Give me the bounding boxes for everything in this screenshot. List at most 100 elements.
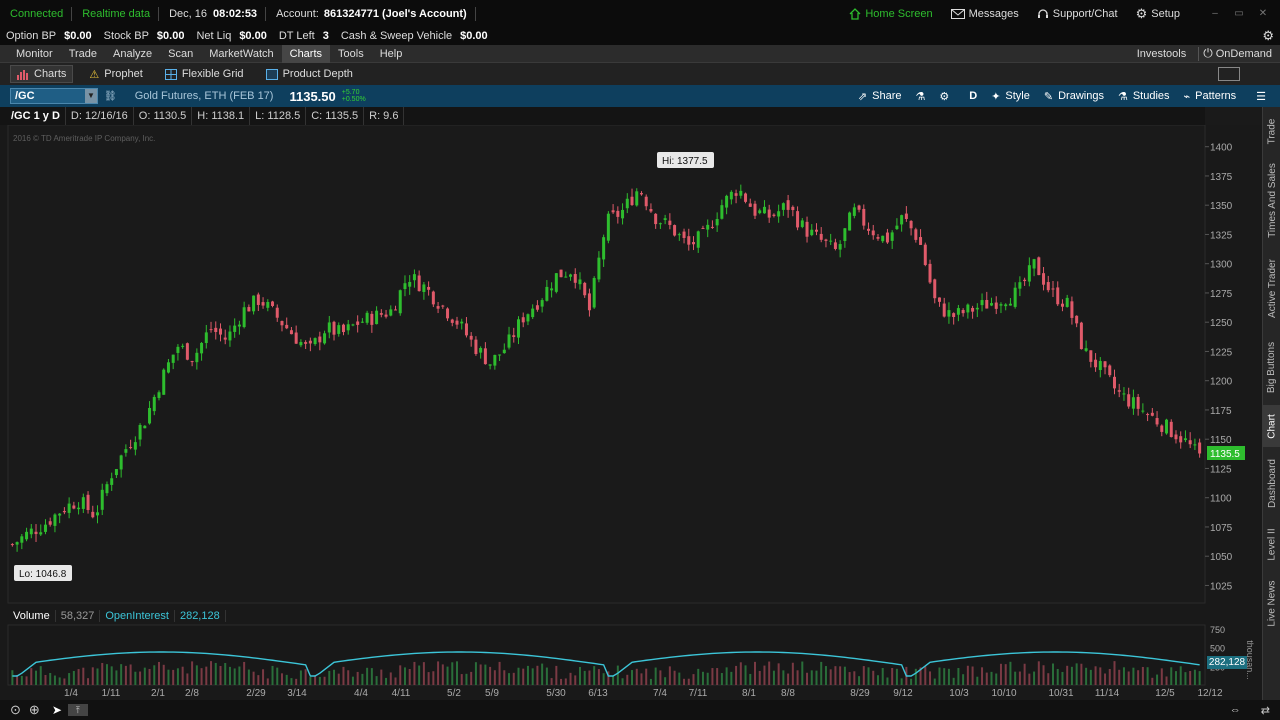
- menu-help[interactable]: Help: [372, 45, 411, 63]
- candle-body: [218, 328, 222, 335]
- setup-button[interactable]: ⚙ Setup: [1136, 6, 1180, 22]
- menu-charts[interactable]: Charts: [281, 44, 331, 63]
- candle-body: [928, 263, 932, 283]
- volume-label: Volume: [8, 610, 56, 622]
- scroll-button[interactable]: ⤒: [67, 704, 88, 716]
- candle-body: [1193, 444, 1197, 446]
- dt-left-label: DT Left: [278, 30, 315, 42]
- ohlc-high: H: 1138.1: [192, 107, 251, 125]
- candle-body: [507, 334, 511, 348]
- y-tick-label: 1400: [1210, 143, 1233, 154]
- candle-body: [1084, 348, 1088, 351]
- tab-live-news[interactable]: Live News: [1263, 575, 1280, 631]
- candle-body: [375, 310, 379, 325]
- candle-body: [214, 327, 218, 333]
- expand-arrows-icon[interactable]: ⇄: [1261, 704, 1270, 717]
- account-bar: Option BP $0.00 Stock BP $0.00 Net Liq $…: [0, 27, 1280, 45]
- candle-body: [521, 317, 525, 323]
- crosshair-icon[interactable]: ⊙: [10, 702, 21, 718]
- candle-body: [814, 229, 818, 232]
- chart-menu-button[interactable]: ☰: [1256, 90, 1266, 103]
- maximize-button[interactable]: ▭: [1230, 8, 1248, 20]
- y-tick-label: 1275: [1210, 289, 1233, 300]
- close-button[interactable]: ✕: [1254, 8, 1272, 20]
- candle-body: [441, 305, 445, 307]
- link-icon[interactable]: ⛓: [104, 91, 117, 102]
- messages-button[interactable]: Messages: [950, 8, 1019, 20]
- candle-body: [545, 286, 549, 301]
- menu-monitor[interactable]: Monitor: [8, 45, 61, 63]
- candle-body: [1117, 390, 1121, 392]
- tab-big-buttons[interactable]: Big Buttons: [1263, 333, 1280, 401]
- candle-body: [157, 392, 161, 398]
- tab-level-ii[interactable]: Level II: [1263, 521, 1280, 567]
- style-button[interactable]: ✦ Style: [991, 90, 1030, 103]
- menu-trade[interactable]: Trade: [61, 45, 105, 63]
- layout-toggle[interactable]: [1218, 67, 1240, 81]
- candle-body: [971, 307, 975, 312]
- support-chat-button[interactable]: Support/Chat: [1037, 8, 1118, 20]
- flask-button[interactable]: ⚗: [915, 90, 925, 103]
- patterns-button[interactable]: ⌁ Patterns: [1184, 90, 1237, 103]
- candle-body: [39, 532, 43, 535]
- candle-body: [67, 503, 71, 513]
- candle-body: [223, 337, 227, 340]
- candle-body: [748, 203, 752, 207]
- candle-body: [195, 352, 199, 363]
- tab-dashboard[interactable]: Dashboard: [1263, 453, 1280, 513]
- candle-body: [1094, 359, 1098, 368]
- candle-body: [800, 220, 804, 227]
- subtab-product-depth[interactable]: Product Depth: [260, 66, 359, 82]
- tab-level-ii-label: Level II: [1266, 527, 1278, 561]
- candle-body: [1160, 425, 1164, 432]
- candle-body: [1108, 365, 1112, 376]
- investools-link[interactable]: Investools: [1129, 45, 1195, 63]
- studies-button[interactable]: ⚗ Studies: [1118, 90, 1170, 103]
- candle-body: [625, 198, 629, 209]
- cash-sweep-value: $0.00: [460, 30, 488, 42]
- account-selector[interactable]: 861324771 (Joel's Account): [324, 8, 467, 20]
- ondemand-button[interactable]: OnDemand: [1213, 45, 1280, 63]
- tab-active-trader-label: Active Trader: [1266, 258, 1278, 318]
- subtab-prophet[interactable]: ⚠ Prophet: [83, 66, 148, 83]
- chevron-down-icon[interactable]: ▼: [85, 89, 97, 103]
- drawings-button[interactable]: ✎ Drawings: [1044, 90, 1104, 103]
- candle-body: [408, 281, 412, 287]
- share-button[interactable]: ⇗ Share: [858, 90, 902, 103]
- candle-body: [715, 219, 719, 226]
- tab-trade[interactable]: Trade: [1263, 109, 1280, 153]
- candle-body: [48, 521, 52, 525]
- tab-active-trader[interactable]: Active Trader: [1263, 251, 1280, 325]
- tab-chart[interactable]: Chart: [1263, 405, 1280, 447]
- home-screen-button[interactable]: Home Screen: [849, 8, 933, 20]
- candle-body: [644, 196, 648, 207]
- candle-body: [1008, 303, 1012, 306]
- chart-settings-button[interactable]: ⚙: [939, 90, 949, 103]
- candle-body: [942, 303, 946, 317]
- candle-body: [900, 215, 904, 225]
- tab-times-and-sales[interactable]: Times And Sales: [1263, 157, 1280, 243]
- subtab-flexible-grid[interactable]: Flexible Grid: [159, 66, 250, 82]
- candle-body: [261, 302, 265, 306]
- scroll-right-icon[interactable]: ⇔: [1230, 704, 1241, 716]
- x-tick-label: 1/4: [64, 688, 78, 699]
- aggregation-selector[interactable]: D: [969, 90, 977, 102]
- last-price-text: 1135.5: [1210, 449, 1240, 460]
- minimize-button[interactable]: –: [1206, 8, 1224, 20]
- sub-tab-bar: Charts ⚠ Prophet Flexible Grid Product D…: [0, 63, 1280, 85]
- zoom-icon[interactable]: ⊕: [29, 702, 40, 718]
- candle-body: [554, 273, 558, 292]
- candle-body: [786, 200, 790, 210]
- symbol-input[interactable]: /GC ▼: [10, 88, 98, 104]
- candle-body: [559, 269, 563, 278]
- candle-body: [365, 312, 369, 323]
- gear-icon[interactable]: ⚙: [1262, 28, 1274, 44]
- candle-body: [143, 425, 147, 429]
- candle-body: [578, 279, 582, 285]
- candle-body: [1027, 265, 1031, 282]
- menu-tools[interactable]: Tools: [330, 45, 372, 63]
- menu-scan[interactable]: Scan: [160, 45, 201, 63]
- menu-analyze[interactable]: Analyze: [105, 45, 160, 63]
- menu-marketwatch[interactable]: MarketWatch: [201, 45, 281, 63]
- subtab-charts[interactable]: Charts: [10, 65, 74, 83]
